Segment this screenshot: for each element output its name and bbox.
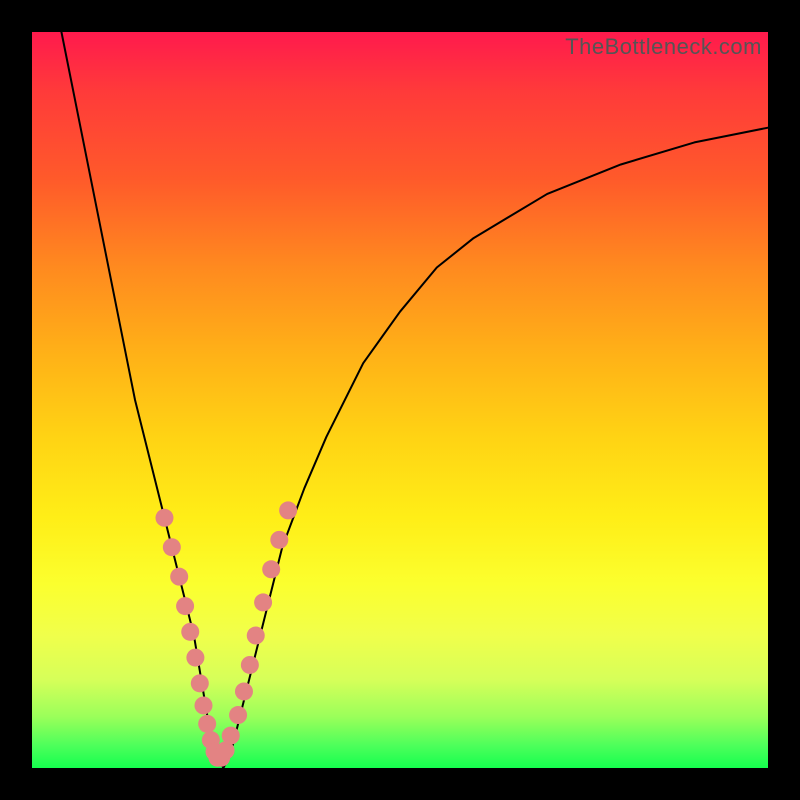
marker-point (163, 538, 181, 556)
marker-point (254, 593, 272, 611)
bottleneck-curve (61, 32, 768, 768)
chart-svg (32, 32, 768, 768)
marker-point (191, 674, 209, 692)
curve-path (61, 32, 768, 768)
marker-point (235, 682, 253, 700)
marker-point (222, 727, 240, 745)
marker-point (270, 531, 288, 549)
highlighted-points (155, 501, 297, 766)
marker-point (279, 501, 297, 519)
marker-point (229, 706, 247, 724)
marker-point (155, 509, 173, 527)
marker-point (186, 649, 204, 667)
marker-point (198, 715, 216, 733)
chart-frame: TheBottleneck.com (0, 0, 800, 800)
plot-area: TheBottleneck.com (32, 32, 768, 768)
marker-point (194, 696, 212, 714)
marker-point (262, 560, 280, 578)
marker-point (241, 656, 259, 674)
marker-point (247, 627, 265, 645)
marker-point (176, 597, 194, 615)
marker-point (181, 623, 199, 641)
marker-point (170, 568, 188, 586)
